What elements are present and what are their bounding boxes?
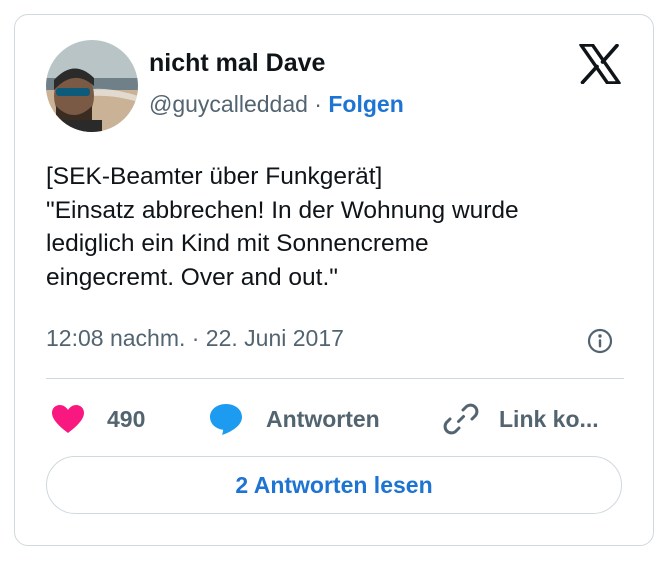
tweet-text-line: lediglich ein Kind mit Sonnencreme <box>46 230 429 257</box>
tweet-text: [SEK-Beamter über Funkgerät] "Einsatz ab… <box>46 160 631 294</box>
reply-label: Antworten <box>266 405 380 432</box>
read-replies-button[interactable]: 2 Antworten lesen <box>46 456 622 514</box>
avatar[interactable] <box>46 40 138 132</box>
avatar-photo <box>46 40 138 132</box>
copy-link-label: Link ko... <box>499 405 599 432</box>
info-icon[interactable] <box>587 328 613 354</box>
speech-bubble-icon <box>208 402 244 436</box>
tweet-card: nicht mal Dave @guycalleddad · Folgen [S… <box>14 14 654 546</box>
tweet-text-line: eingecremt. Over and out." <box>46 263 338 291</box>
follow-button[interactable]: Folgen <box>328 91 403 117</box>
author-name[interactable]: nicht mal Dave <box>149 49 325 78</box>
author-handle[interactable]: @guycalleddad <box>149 91 308 117</box>
handle-row: @guycalleddad · Folgen <box>149 91 404 118</box>
heart-icon <box>51 404 85 434</box>
tweet-text-line: [SEK-Beamter über Funkgerät] <box>46 163 383 190</box>
link-icon <box>443 401 479 437</box>
tweet-text-line: "Einsatz abbrechen! In der Wohnung wurde <box>46 196 519 224</box>
separator-dot: · <box>314 91 322 117</box>
timestamp[interactable]: 12:08 nachm. · 22. Juni 2017 <box>46 325 344 352</box>
like-count: 490 <box>107 405 146 432</box>
reply-button[interactable]: Antworten <box>208 399 380 439</box>
copy-link-button[interactable]: Link ko... <box>443 399 599 439</box>
divider <box>46 378 624 379</box>
like-button[interactable]: 490 <box>51 399 145 439</box>
x-logo-icon[interactable] <box>579 43 621 85</box>
